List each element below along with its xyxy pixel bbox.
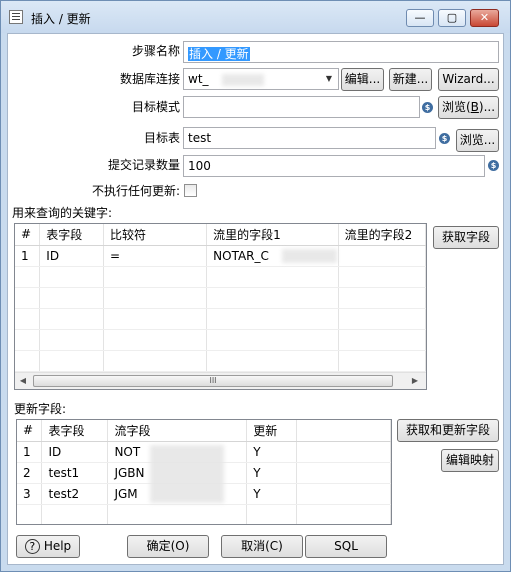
redacted-connection-name bbox=[222, 74, 264, 86]
db-connection-label: 数据库连接 bbox=[119, 72, 180, 86]
row-number: 2 bbox=[17, 462, 43, 484]
dialog-title: 插入 / 更新 bbox=[31, 12, 91, 26]
question-icon: ? bbox=[24, 539, 40, 554]
key-table-header: # 表字段 比较符 流里的字段1 流里的字段2 bbox=[15, 224, 426, 246]
table-row[interactable]: 1 ID = NOTAR_C bbox=[15, 245, 426, 267]
scroll-right-icon[interactable]: ▶ bbox=[409, 375, 421, 387]
step-name-value: 插入 / 更新 bbox=[188, 47, 250, 61]
cancel-button[interactable]: 取消(C) bbox=[221, 535, 303, 558]
empty-row bbox=[15, 350, 426, 372]
variable-icon: $ bbox=[422, 102, 433, 113]
empty-row bbox=[15, 287, 426, 309]
no-update-label: 不执行任何更新: bbox=[91, 184, 180, 198]
row-number: 3 bbox=[17, 483, 43, 505]
browse-schema-shortcut: B bbox=[470, 100, 479, 114]
update-flag-cell[interactable]: Y bbox=[246, 462, 298, 484]
browse-schema-button[interactable]: 浏览(B)... bbox=[438, 96, 499, 119]
filler-header bbox=[296, 420, 391, 442]
comparator-cell[interactable]: = bbox=[103, 245, 208, 267]
table-field-cell[interactable]: ID bbox=[41, 441, 109, 463]
ok-button[interactable]: 确定(O) bbox=[127, 535, 209, 558]
dialog-content: 步骤名称 插入 / 更新 数据库连接 wt_ ▼ 编辑... 新建... Wiz… bbox=[7, 33, 504, 565]
target-schema-input[interactable] bbox=[183, 96, 420, 118]
scroll-thumb[interactable]: III bbox=[33, 375, 393, 387]
redacted-stream-fields bbox=[150, 445, 224, 503]
new-connection-button[interactable]: 新建... bbox=[389, 68, 432, 91]
key-table: # 表字段 比较符 流里的字段1 流里的字段2 1 ID = NOTAR_C ◀… bbox=[14, 223, 427, 390]
db-connection-select[interactable]: wt_ ▼ bbox=[183, 68, 339, 90]
step-name-input[interactable]: 插入 / 更新 bbox=[183, 41, 499, 63]
table-field-header[interactable]: 表字段 bbox=[41, 420, 109, 442]
comparator-header[interactable]: 比较符 bbox=[103, 224, 208, 246]
title-bar: 插入 / 更新 — ▢ ✕ bbox=[1, 1, 510, 33]
key-grid: # 表字段 比较符 流里的字段1 流里的字段2 1 ID = NOTAR_C bbox=[15, 224, 426, 372]
browse-schema-label-end: )... bbox=[478, 100, 496, 114]
update-section-label: 更新字段: bbox=[14, 402, 67, 416]
stream-field1-header[interactable]: 流里的字段1 bbox=[206, 224, 339, 246]
commit-size-label: 提交记录数量 bbox=[107, 158, 180, 172]
commit-size-input[interactable]: 100 bbox=[183, 155, 485, 177]
row-number: 1 bbox=[15, 245, 41, 267]
table-field-cell[interactable]: test1 bbox=[41, 462, 109, 484]
sql-button[interactable]: SQL bbox=[305, 535, 387, 558]
empty-row bbox=[15, 266, 426, 288]
help-label: Help bbox=[43, 539, 72, 553]
variable-icon: $ bbox=[488, 160, 499, 171]
wizard-button[interactable]: Wizard... bbox=[438, 68, 499, 91]
empty-row bbox=[17, 504, 391, 524]
close-button[interactable]: ✕ bbox=[470, 9, 499, 27]
redacted-stream-field bbox=[282, 249, 337, 263]
db-connection-value: wt_ bbox=[188, 72, 209, 86]
empty-row bbox=[15, 329, 426, 351]
scroll-left-icon[interactable]: ◀ bbox=[17, 375, 29, 387]
target-schema-label: 目标模式 bbox=[131, 100, 180, 114]
step-name-label: 步骤名称 bbox=[131, 44, 180, 58]
help-button[interactable]: ? Help bbox=[16, 535, 80, 558]
dialog-icon bbox=[9, 10, 23, 24]
edit-mapping-button[interactable]: 编辑映射 bbox=[441, 449, 499, 472]
update-flag-cell[interactable]: Y bbox=[246, 441, 298, 463]
browse-schema-label-start: 浏览( bbox=[441, 100, 471, 114]
target-table-label: 目标表 bbox=[143, 131, 180, 145]
key-section-label: 用来查询的关键字: bbox=[12, 206, 113, 220]
stream-field2-cell[interactable] bbox=[338, 245, 426, 267]
update-table: # 表字段 流字段 更新 1 ID NOT Y 2 test1 JGBN Y 3… bbox=[16, 419, 392, 525]
browse-table-button[interactable]: 浏览... bbox=[456, 129, 499, 152]
maximize-button[interactable]: ▢ bbox=[438, 9, 466, 27]
horizontal-scrollbar[interactable]: ◀ III ▶ bbox=[15, 372, 426, 389]
row-number: 1 bbox=[17, 441, 43, 463]
update-flag-cell[interactable]: Y bbox=[246, 483, 298, 505]
chevron-down-icon[interactable]: ▼ bbox=[323, 73, 335, 85]
stream-field-header[interactable]: 流字段 bbox=[107, 420, 248, 442]
stream-field2-header[interactable]: 流里的字段2 bbox=[338, 224, 426, 246]
insert-update-dialog: 插入 / 更新 — ▢ ✕ 步骤名称 插入 / 更新 数据库连接 wt_ ▼ 编… bbox=[0, 0, 511, 572]
edit-connection-button[interactable]: 编辑... bbox=[341, 68, 384, 91]
table-field-header[interactable]: 表字段 bbox=[39, 224, 104, 246]
empty-row bbox=[15, 308, 426, 330]
update-table-header: # 表字段 流字段 更新 bbox=[17, 420, 391, 442]
minimize-button[interactable]: — bbox=[406, 9, 434, 27]
row-number-header: # bbox=[15, 224, 41, 246]
row-number-header: # bbox=[17, 420, 43, 442]
target-table-input[interactable]: test bbox=[183, 127, 436, 149]
variable-icon: $ bbox=[439, 133, 450, 144]
get-update-fields-button[interactable]: 获取和更新字段 bbox=[397, 419, 499, 442]
no-update-checkbox[interactable] bbox=[184, 184, 197, 197]
table-field-cell[interactable]: ID bbox=[39, 245, 104, 267]
update-flag-header[interactable]: 更新 bbox=[246, 420, 298, 442]
table-field-cell[interactable]: test2 bbox=[41, 483, 109, 505]
get-fields-button[interactable]: 获取字段 bbox=[433, 226, 499, 249]
